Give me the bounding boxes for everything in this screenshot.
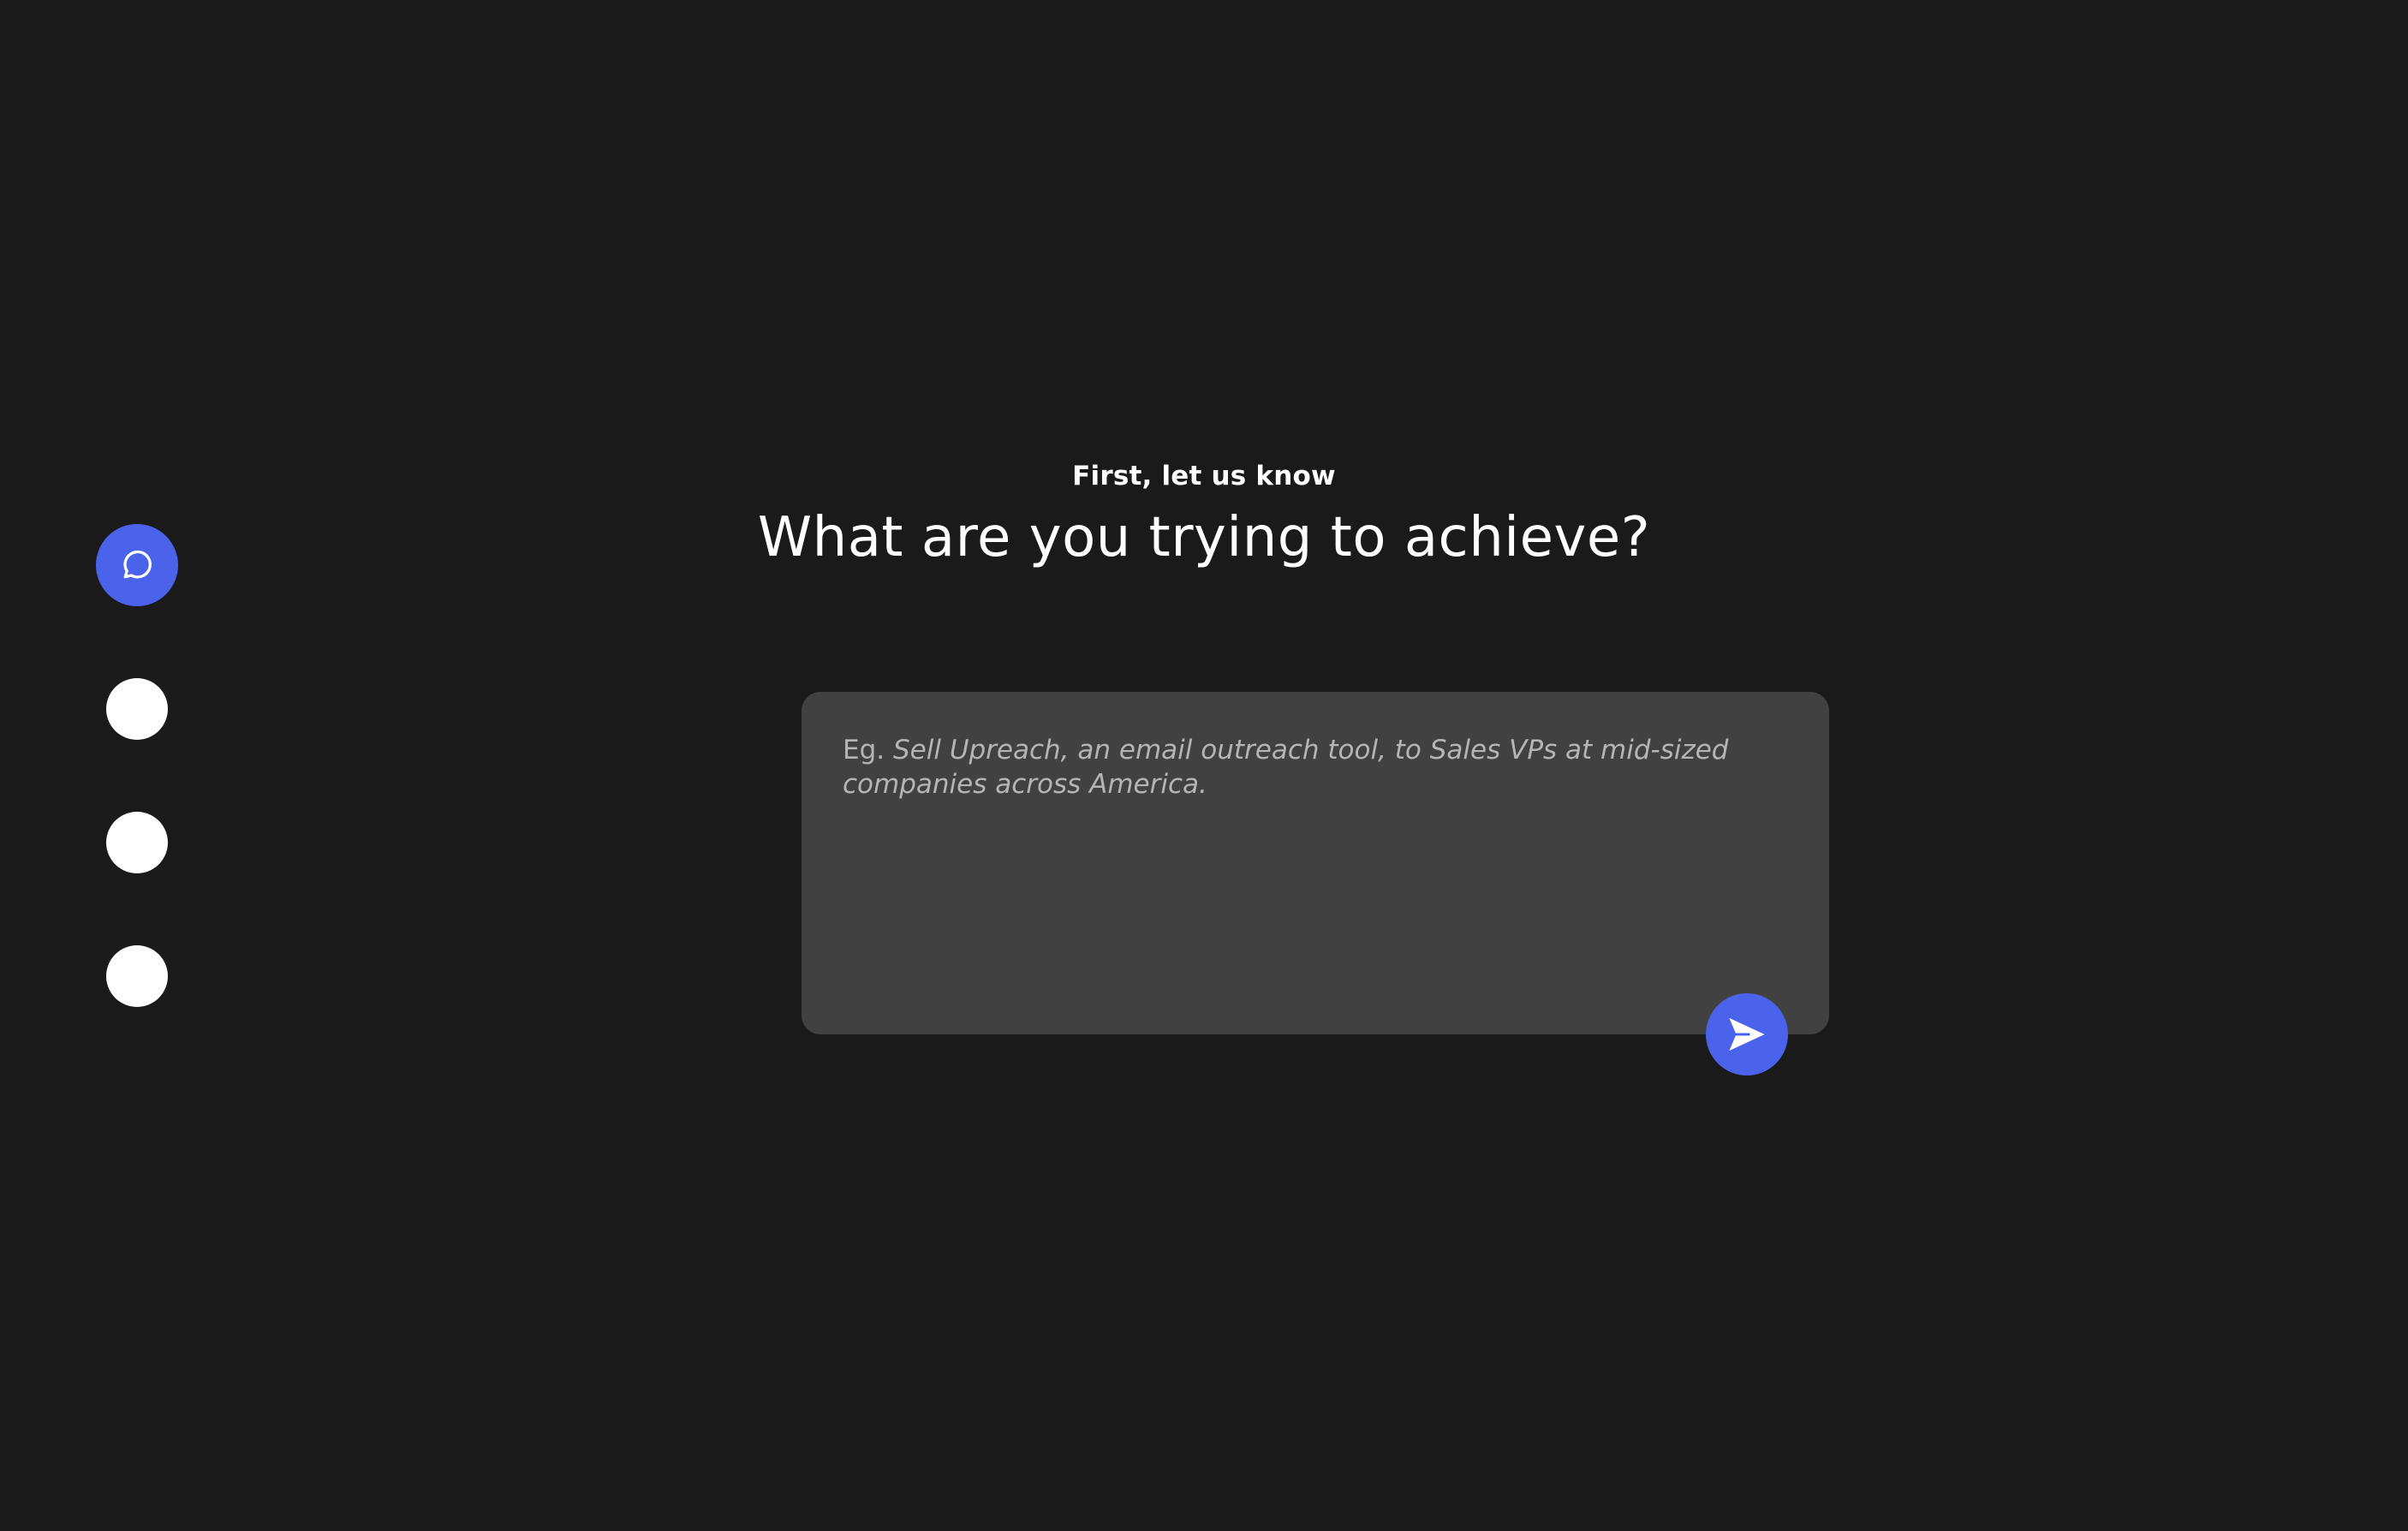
step-indicator-3[interactable] (106, 812, 168, 873)
onboarding-page: First, let us know What are you trying t… (0, 0, 2408, 1531)
send-icon (1729, 1017, 1765, 1051)
step-indicator-2[interactable] (106, 678, 168, 740)
goal-input[interactable] (802, 692, 1829, 1034)
send-button[interactable] (1706, 993, 1788, 1075)
step-eyebrow: First, let us know (1072, 461, 1336, 491)
goal-input-card: Eg. Sell Upreach, an email outreach tool… (802, 692, 1829, 1034)
step-indicator-4[interactable] (106, 945, 168, 1007)
page-title: What are you trying to achieve? (757, 506, 1651, 569)
